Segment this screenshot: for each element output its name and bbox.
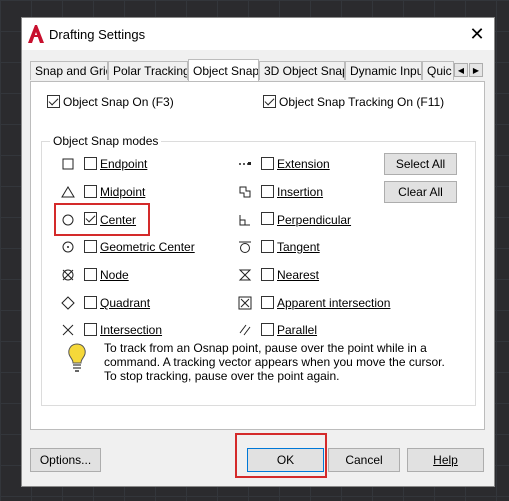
object-snap-panel: Object Snap On (F3) Object Snap Tracking…: [30, 81, 485, 430]
node-label: Node: [100, 268, 129, 282]
midpoint-checkbox[interactable]: [84, 185, 97, 198]
clear-all-button[interactable]: Clear All: [384, 181, 457, 203]
extension-checkbox[interactable]: [261, 157, 274, 170]
geometric-center-checkbox[interactable]: [84, 240, 97, 253]
autocad-logo-icon: [28, 25, 44, 43]
extension-label: Extension: [277, 157, 330, 171]
tracking-tip-text: To track from an Osnap point, pause over…: [104, 341, 445, 383]
ok-button[interactable]: OK: [247, 448, 324, 472]
nearest-checkbox[interactable]: [261, 268, 274, 281]
tab-scroll-right-icon[interactable]: ▶: [469, 63, 483, 77]
intersection-icon: [62, 324, 74, 336]
intersection-checkbox[interactable]: [84, 323, 97, 336]
object-snap-on-label: Object Snap On (F3): [63, 95, 174, 109]
center-checkbox[interactable]: [84, 212, 97, 225]
close-button[interactable]: ✕: [460, 18, 494, 50]
intersection-label: Intersection: [100, 323, 163, 337]
tab-3d-object-snap[interactable]: 3D Object Snap: [259, 61, 345, 80]
lightbulb-tip-icon: [68, 343, 86, 372]
tangent-checkbox[interactable]: [261, 240, 274, 253]
select-all-button[interactable]: Select All: [384, 153, 457, 175]
node-icon: [62, 269, 74, 281]
insertion-label: Insertion: [277, 185, 324, 199]
perpendicular-icon: [239, 215, 250, 226]
help-label: Help: [433, 453, 458, 467]
tab-snap-and-grid[interactable]: Snap and Grid: [30, 61, 108, 80]
perpendicular-label: Perpendicular: [277, 213, 352, 227]
options-button[interactable]: Options...: [30, 448, 101, 472]
tab-object-snap[interactable]: Object Snap: [188, 59, 259, 81]
tab-scroll-left-icon[interactable]: ◀: [454, 63, 468, 77]
object-snap-on-checkbox[interactable]: [47, 95, 60, 108]
nearest-label: Nearest: [277, 268, 320, 282]
endpoint-checkbox[interactable]: [84, 157, 97, 170]
insertion-icon: [239, 186, 251, 198]
object-snap-tracking-label: Object Snap Tracking On (F11): [279, 95, 445, 109]
center-label: Center: [100, 213, 137, 227]
endpoint-label: Endpoint: [100, 157, 148, 171]
tab-polar-tracking[interactable]: Polar Tracking: [108, 61, 188, 80]
midpoint-label: Midpoint: [100, 185, 146, 199]
quadrant-icon: [61, 296, 75, 310]
object-snap-tracking-checkbox[interactable]: [263, 95, 276, 108]
apparent-intersection-icon: [238, 296, 252, 310]
node-checkbox[interactable]: [84, 268, 97, 281]
tab-quick-properties[interactable]: Quic: [422, 61, 454, 80]
geometric-center-icon: [62, 241, 74, 253]
tab-dynamic-input[interactable]: Dynamic Input: [345, 61, 422, 80]
nearest-icon: [238, 269, 252, 281]
apparent-intersection-checkbox[interactable]: [261, 296, 274, 309]
help-button[interactable]: Help: [407, 448, 484, 472]
tab-strip: Snap and Grid Polar Tracking Object Snap…: [30, 59, 486, 81]
apparent-intersection-label: Apparent intersection: [277, 296, 391, 310]
window-title: Drafting Settings: [49, 27, 146, 42]
tangent-label: Tangent: [277, 240, 320, 254]
parallel-icon: [239, 324, 251, 336]
geometric-center-label: Geometric Center: [100, 240, 195, 254]
parallel-checkbox[interactable]: [261, 323, 274, 336]
endpoint-icon: [62, 158, 74, 170]
insertion-checkbox[interactable]: [261, 185, 274, 198]
quadrant-label: Quadrant: [100, 296, 151, 310]
perpendicular-checkbox[interactable]: [261, 212, 274, 225]
extension-icon: [239, 162, 251, 165]
quadrant-checkbox[interactable]: [84, 296, 97, 309]
cancel-button[interactable]: Cancel: [328, 448, 400, 472]
drafting-settings-dialog: Drafting Settings ✕ Snap and Grid Polar …: [21, 17, 495, 487]
midpoint-icon: [61, 186, 75, 198]
group-title: Object Snap modes: [50, 134, 162, 148]
parallel-label: Parallel: [277, 323, 318, 337]
title-bar: Drafting Settings ✕: [22, 18, 494, 50]
tangent-icon: [239, 241, 251, 253]
center-icon: [62, 214, 74, 226]
